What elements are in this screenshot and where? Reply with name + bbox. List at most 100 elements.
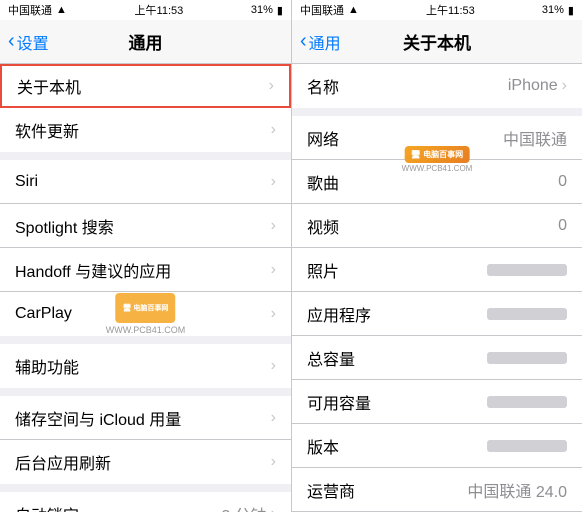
left-panel: 中国联通 ▲ 上午11:53 31% ▮ ‹ 设置 通用 关于本机 › 软件更新…	[0, 0, 291, 512]
section-accessibility: 辅助功能 ›	[0, 344, 291, 388]
list-item-software[interactable]: 软件更新 ›	[0, 108, 291, 152]
about-item-songs: 歌曲 0	[292, 160, 582, 204]
list-item-autolock[interactable]: 自动锁定 2 分钟 ›	[0, 492, 291, 512]
about-item-carrier: 运营商 中国联通 24.0	[292, 468, 582, 512]
right-list-content: 名称 iPhone › 网络 中国联通 歌曲 0 视频 0	[292, 64, 582, 512]
section-siri: Siri › Spotlight 搜索 › Handoff 与建议的应用 › C…	[0, 160, 291, 336]
status-bar-right: 中国联通 ▲ 上午11:53 31% ▮	[292, 0, 582, 20]
back-chevron-left: ‹	[8, 30, 15, 53]
about-item-name[interactable]: 名称 iPhone ›	[292, 64, 582, 108]
network-label: 网络	[307, 126, 339, 150]
version-value	[487, 440, 567, 452]
handoff-label: Handoff 与建议的应用	[15, 258, 171, 282]
status-bar-left: 中国联通 ▲ 上午11:53 31% ▮	[0, 0, 291, 20]
nav-bar-left: ‹ 设置 通用	[0, 20, 291, 64]
autolock-value: 2 分钟	[221, 502, 266, 512]
status-right-left: 中国联通 ▲	[300, 2, 359, 18]
version-label: 版本	[307, 434, 339, 458]
watermark-left: 🖥 电脑百事网 WWW.PCB41.COM	[106, 293, 186, 335]
name-value: iPhone	[508, 77, 558, 95]
about-item-videos: 视频 0	[292, 204, 582, 248]
storage-chevron: ›	[271, 409, 276, 427]
spotlight-chevron: ›	[271, 217, 276, 235]
name-value-group: iPhone ›	[508, 77, 567, 95]
about-item-total: 总容量	[292, 336, 582, 380]
watermark-url: WWW.PCB41.COM	[106, 325, 186, 335]
nav-bar-right: ‹ 通用 关于本机	[292, 20, 582, 64]
list-item-carplay[interactable]: CarPlay › 🖥 电脑百事网 WWW.PCB41.COM	[0, 292, 291, 336]
apps-label: 应用程序	[307, 302, 371, 326]
list-item-accessibility[interactable]: 辅助功能 ›	[0, 344, 291, 388]
carrier-right: 中国联通	[300, 2, 344, 18]
name-label: 名称	[307, 74, 339, 98]
carplay-label: CarPlay	[15, 305, 72, 323]
battery-icon-right: ▮	[568, 4, 574, 17]
list-item-handoff[interactable]: Handoff 与建议的应用 ›	[0, 248, 291, 292]
section-autolock: 自动锁定 2 分钟 ›	[0, 492, 291, 512]
about-item-version: 版本	[292, 424, 582, 468]
songs-label: 歌曲	[307, 170, 339, 194]
nav-title-left: 通用	[129, 29, 163, 54]
section-info: 网络 中国联通 歌曲 0 视频 0 🖥 电脑百事网 WWW.PCB41.COM …	[292, 116, 582, 512]
gap-1	[0, 152, 291, 160]
videos-label: 视频	[307, 214, 339, 238]
background-label: 后台应用刷新	[15, 450, 111, 474]
about-item-apps: 应用程序	[292, 292, 582, 336]
about-item-network: 网络 中国联通	[292, 116, 582, 160]
back-button-left[interactable]: ‹ 设置	[8, 30, 49, 54]
siri-chevron: ›	[271, 173, 276, 191]
watermark-logo: 🖥 电脑百事网	[115, 293, 175, 323]
songs-value: 0	[558, 173, 567, 191]
back-label-right: 通用	[309, 30, 341, 54]
gap-r1	[292, 108, 582, 116]
gap-4	[0, 484, 291, 492]
handoff-chevron: ›	[271, 261, 276, 279]
accessibility-chevron: ›	[271, 357, 276, 375]
total-value	[487, 352, 567, 364]
right-panel: 中国联通 ▲ 上午11:53 31% ▮ ‹ 通用 关于本机 名称 iPhone…	[291, 0, 582, 512]
nav-title-right: 关于本机	[403, 29, 471, 54]
about-chevron: ›	[269, 77, 274, 95]
battery-left: 31%	[251, 4, 273, 16]
about-item-available: 可用容量	[292, 380, 582, 424]
carrier-value: 中国联通 24.0	[467, 478, 567, 502]
gap-3	[0, 388, 291, 396]
software-label: 软件更新	[15, 118, 79, 142]
list-item-about[interactable]: 关于本机 ›	[0, 64, 291, 108]
status-left: 中国联通 ▲	[8, 2, 67, 18]
list-item-background[interactable]: 后台应用刷新 ›	[0, 440, 291, 484]
accessibility-label: 辅助功能	[15, 354, 79, 378]
back-label-left: 设置	[17, 30, 49, 54]
about-item-photos: 照片	[292, 248, 582, 292]
section-name: 名称 iPhone ›	[292, 64, 582, 108]
time-right: 上午11:53	[426, 2, 475, 18]
software-chevron: ›	[271, 121, 276, 139]
about-label: 关于本机	[17, 74, 81, 98]
apps-value	[487, 308, 567, 320]
siri-label: Siri	[15, 173, 38, 191]
total-label: 总容量	[307, 346, 355, 370]
section-storage: 储存空间与 iCloud 用量 › 后台应用刷新 ›	[0, 396, 291, 484]
back-button-right[interactable]: ‹ 通用	[300, 30, 341, 54]
videos-value: 0	[558, 217, 567, 235]
carrier-left: 中国联通	[8, 2, 52, 18]
list-item-spotlight[interactable]: Spotlight 搜索 ›	[0, 204, 291, 248]
left-list-content: 关于本机 › 软件更新 › Siri › Spotlight 搜索 › Hand…	[0, 64, 291, 512]
name-chevron: ›	[562, 77, 567, 95]
background-chevron: ›	[271, 453, 276, 471]
carplay-chevron: ›	[271, 305, 276, 323]
status-right-left: 31% ▮	[251, 4, 283, 17]
storage-label: 储存空间与 iCloud 用量	[15, 406, 181, 430]
network-value: 中国联通	[503, 126, 567, 150]
time-left: 上午11:53	[135, 2, 184, 18]
autolock-label: 自动锁定	[15, 502, 79, 512]
photos-label: 照片	[307, 258, 339, 282]
wifi-icon-left: ▲	[56, 4, 67, 16]
spotlight-label: Spotlight 搜索	[15, 214, 114, 238]
available-value	[487, 396, 567, 408]
battery-icon-left: ▮	[277, 4, 283, 17]
list-item-siri[interactable]: Siri ›	[0, 160, 291, 204]
available-label: 可用容量	[307, 390, 371, 414]
list-item-storage[interactable]: 储存空间与 iCloud 用量 ›	[0, 396, 291, 440]
carrier-label: 运营商	[307, 478, 355, 502]
